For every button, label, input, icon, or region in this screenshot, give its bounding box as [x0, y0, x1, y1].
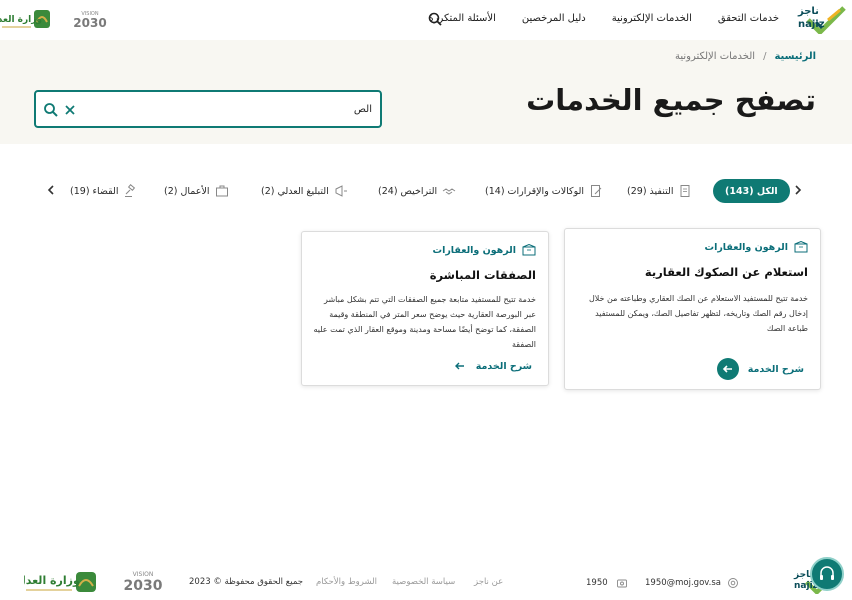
tab-label: الأعمال (2) — [164, 185, 210, 197]
tab-agencies-declarations[interactable]: الوكالات والإقرارات (14) — [485, 179, 603, 203]
breadcrumb-current: الخدمات الإلكترونية — [674, 51, 756, 62]
svg-text:2030: 2030 — [124, 578, 163, 594]
email-icon — [728, 578, 738, 588]
arrow-left-icon — [716, 358, 739, 380]
tab-judiciary[interactable]: القضاء (19) — [70, 179, 137, 203]
file-signature-icon — [591, 185, 602, 197]
footer: ناجز najiz 1950@moj.gov.sa 1950 عن ناجز … — [0, 562, 852, 600]
footer-link-terms[interactable]: الشروط والأحكام — [316, 577, 377, 587]
card-description: خدمة تتيح للمستفيد متابعة جميع الصفقات ا… — [313, 295, 536, 349]
service-explanation-link[interactable]: شرح الخدمة — [716, 358, 804, 380]
service-search-box — [34, 90, 382, 128]
hero-section: الرئيسية / الخدمات الإلكترونية تصفح جميع… — [0, 40, 852, 144]
najiz-logo-en: najiz — [798, 19, 825, 30]
document-icon — [680, 185, 690, 197]
phone-icon — [616, 579, 627, 588]
card-title: استعلام عن الصكوك العقارية — [644, 265, 808, 279]
breadcrumb: الرئيسية / الخدمات الإلكترونية — [675, 51, 816, 62]
vision-2030-logo: VISION 2030 — [124, 571, 163, 594]
footer-phone-text: 1950 — [586, 578, 608, 588]
tab-judicial-notification[interactable]: التبليغ العدلي (2) — [261, 179, 348, 203]
service-card-deeds-inquiry[interactable]: الرهون والعقارات استعلام عن الصكوك العقا… — [564, 228, 821, 390]
tab-label: القضاء (19) — [70, 185, 119, 197]
svg-text:2030: 2030 — [73, 16, 106, 30]
nav-item-licensees-guide[interactable]: دليل المرخصين — [509, 13, 599, 24]
main-nav: خدمات التحقق الخدمات الإلكترونية دليل ال… — [415, 13, 792, 24]
breadcrumb-separator: / — [763, 51, 767, 62]
footer-link-privacy-policy[interactable]: سياسة الخصوصية — [392, 577, 455, 587]
footer-phone[interactable]: 1950 — [586, 577, 628, 589]
moj-logo: وزارة العدل — [24, 572, 96, 592]
footer-link-about-najiz[interactable]: عن ناجز — [474, 577, 503, 587]
service-explanation-link[interactable]: شرح الخدمة — [453, 359, 532, 373]
card-title: الصفقات المباشرة — [429, 268, 536, 282]
tab-label: التبليغ العدلي (2) — [261, 185, 329, 197]
footer-email-text: 1950@moj.gov.sa — [645, 578, 721, 588]
nav-item-verification-services[interactable]: خدمات التحقق — [705, 13, 792, 24]
tabs-prev-chevron-icon[interactable] — [791, 183, 805, 197]
svg-text:VISION: VISION — [133, 571, 154, 578]
tab-label: الكل (143) — [725, 185, 778, 197]
building-icon — [794, 241, 808, 253]
support-chat-button[interactable] — [810, 557, 844, 591]
svg-text:وزارة العدل: وزارة العدل — [24, 574, 80, 587]
nav-item-e-services[interactable]: الخدمات الإلكترونية — [599, 13, 705, 24]
vision-2030-logo: VISION 2030 — [73, 11, 106, 30]
arrow-left-icon — [453, 359, 467, 373]
service-search-input[interactable] — [172, 100, 372, 118]
card-category-label: الرهون والعقارات — [704, 241, 788, 253]
briefcase-icon — [215, 185, 228, 197]
service-card-direct-deals[interactable]: الرهون والعقارات الصفقات المباشرة خدمة ت… — [301, 231, 549, 386]
top-navbar: ناجز najiz خدمات التحقق الخدمات الإلكترو… — [0, 0, 852, 40]
tab-licenses[interactable]: التراخيص (24) — [378, 179, 456, 203]
card-category: الرهون والعقارات — [705, 241, 808, 253]
headset-icon — [820, 566, 834, 580]
svg-text:وزارة العدل: وزارة العدل — [0, 15, 42, 25]
nav-search-icon[interactable] — [428, 12, 442, 26]
card-link-label: شرح الخدمة — [747, 363, 804, 375]
tab-label: التنفيذ (29) — [627, 185, 674, 197]
breadcrumb-home[interactable]: الرئيسية — [774, 51, 816, 62]
gavel-icon — [125, 184, 136, 197]
tab-execution[interactable]: التنفيذ (29) — [627, 179, 692, 203]
najiz-logo[interactable]: ناجز najiz — [798, 4, 848, 36]
card-category-label: الرهون والعقارات — [432, 244, 516, 256]
card-link-label: شرح الخدمة — [475, 360, 532, 372]
category-tabs: الكل (143) التنفيذ (29) الوكالات والإقرا… — [0, 179, 852, 203]
megaphone-icon — [335, 185, 347, 197]
card-description: خدمة تتيح للمستفيد الاستعلام عن الصك الع… — [588, 294, 808, 333]
tab-all[interactable]: الكل (143) — [713, 179, 790, 203]
footer-email[interactable]: 1950@moj.gov.sa — [645, 577, 739, 589]
tab-business[interactable]: الأعمال (2) — [164, 179, 229, 203]
page-title: تصفح جميع الخدمات — [526, 83, 816, 117]
building-icon — [522, 244, 536, 256]
najiz-logo-ar: ناجز — [798, 6, 819, 17]
tab-label: التراخيص (24) — [378, 185, 438, 197]
tabs-next-chevron-icon[interactable] — [44, 183, 58, 197]
clear-icon[interactable] — [63, 103, 77, 117]
card-category: الرهون والعقارات — [433, 244, 536, 256]
search-icon[interactable] — [43, 102, 58, 117]
handshake-icon — [442, 188, 456, 195]
footer-copyright: جميع الحقوق محفوظة © 2023 — [189, 577, 303, 587]
moj-logo: وزارة العدل — [0, 10, 50, 28]
tab-label: الوكالات والإقرارات (14) — [485, 185, 585, 197]
